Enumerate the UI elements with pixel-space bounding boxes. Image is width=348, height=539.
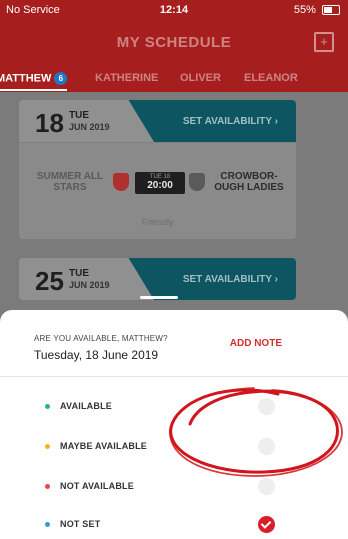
option-not-available[interactable]: NOT AVAILABLE: [0, 473, 348, 501]
event-card[interactable]: 25 TUE JUN 2019 SET AVAILABILITY ›: [19, 258, 296, 300]
event-full-date: Tuesday, 18 June 2019: [34, 348, 159, 362]
battery-icon: [322, 5, 340, 16]
event-card[interactable]: 18 TUE JUN 2019 SET AVAILABILITY › SUMME…: [19, 100, 296, 239]
tab-label: ELEANOR: [244, 72, 298, 84]
event-date-bar: 18 TUE JUN 2019 SET AVAILABILITY ›: [19, 100, 296, 142]
event-month: JUN 2019: [69, 280, 110, 290]
status-dot-icon: [45, 522, 50, 527]
tab-badge: 6: [54, 72, 68, 85]
tab-label: OLIVER: [180, 72, 221, 84]
radio-button[interactable]: [258, 516, 275, 533]
tab-label: MATTHEW: [0, 72, 52, 85]
tab-matthew[interactable]: MATTHEW 6: [0, 72, 68, 91]
kickoff-box: TUE 18 20:00: [135, 172, 185, 194]
away-team-name: CROWBOR-OUGH LADIES: [214, 171, 284, 193]
add-note-button[interactable]: ADD NOTE: [230, 338, 282, 349]
option-label: AVAILABLE: [60, 401, 112, 411]
member-tabs: MATTHEW 6 KATHERINE OLIVER ELEANOR: [0, 66, 348, 92]
option-maybe-available[interactable]: MAYBE AVAILABLE: [0, 433, 348, 461]
calendar-plus-icon[interactable]: +: [314, 32, 334, 52]
radio-button[interactable]: [258, 398, 275, 415]
match-type: Friendly: [141, 217, 174, 227]
sheet-grab-handle[interactable]: [140, 296, 178, 299]
status-dot-icon: [45, 404, 50, 409]
event-date-bar: 25 TUE JUN 2019 SET AVAILABILITY ›: [19, 258, 296, 300]
event-month: JUN 2019: [69, 122, 110, 132]
event-day: 25: [35, 266, 64, 296]
availability-sheet: ARE YOU AVAILABLE, MATTHEW? Tuesday, 18 …: [0, 310, 348, 535]
battery-indicator: 55%: [294, 4, 340, 16]
home-team-crest-icon: [113, 173, 129, 191]
option-label: MAYBE AVAILABLE: [60, 441, 148, 451]
event-weekday: TUE: [69, 268, 89, 279]
option-label: NOT AVAILABLE: [60, 481, 134, 491]
set-availability-link[interactable]: SET AVAILABILITY ›: [183, 116, 278, 127]
home-team-name: SUMMER ALL STARS: [36, 171, 104, 193]
tab-eleanor[interactable]: ELEANOR: [244, 72, 298, 84]
status-dot-icon: [45, 484, 50, 489]
tab-label: KATHERINE: [95, 72, 159, 84]
option-label: NOT SET: [60, 519, 101, 529]
event-weekday: TUE: [69, 110, 89, 121]
tab-katherine[interactable]: KATHERINE: [95, 72, 158, 84]
divider: [0, 376, 348, 377]
set-availability-label: SET AVAILABILITY: [182, 116, 272, 127]
page-title: MY SCHEDULE: [116, 34, 232, 51]
event-day: 18: [35, 108, 64, 138]
set-availability-link[interactable]: SET AVAILABILITY ›: [183, 274, 278, 285]
set-availability-label: SET AVAILABILITY: [182, 274, 272, 285]
availability-question: ARE YOU AVAILABLE, MATTHEW?: [34, 334, 168, 343]
kickoff-time: 20:00: [147, 180, 173, 191]
status-dot-icon: [45, 444, 50, 449]
option-available[interactable]: AVAILABLE: [0, 393, 348, 421]
tab-oliver[interactable]: OLIVER: [180, 72, 221, 84]
battery-percent: 55%: [293, 4, 316, 16]
radio-button[interactable]: [258, 478, 275, 495]
fixture-row: SUMMER ALL STARS TUE 18 20:00 CROWBOR-OU…: [19, 142, 296, 239]
status-bar: No Service 12:14 55%: [0, 0, 348, 20]
app-header: MY SCHEDULE +: [0, 20, 348, 66]
radio-button[interactable]: [258, 438, 275, 455]
away-team-crest-icon: [189, 173, 205, 191]
